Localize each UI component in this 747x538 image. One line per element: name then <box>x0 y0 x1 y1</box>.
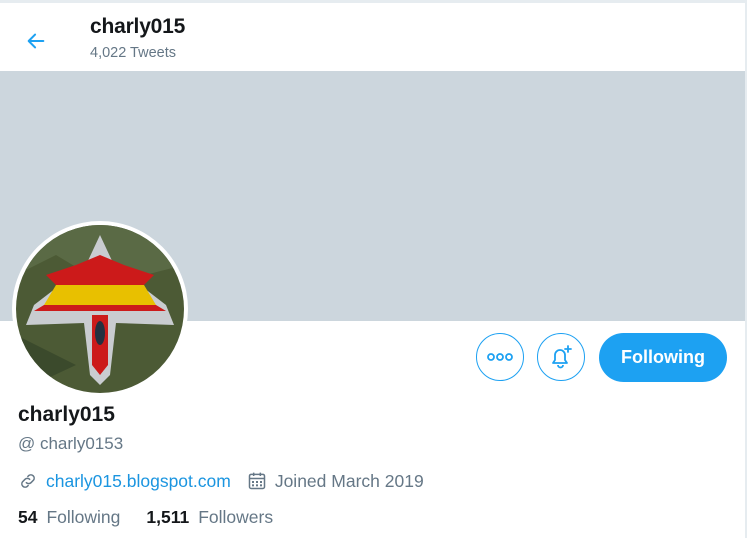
profile-meta: charly015.blogspot.com Joined March 2019 <box>18 468 424 494</box>
joined-date: Joined March 2019 <box>274 470 424 491</box>
avatar-image <box>16 225 184 393</box>
followers-stat[interactable]: 1,511 Followers <box>146 507 273 528</box>
display-name: charly015 <box>18 403 115 426</box>
more-dots-icon <box>487 353 513 361</box>
bell-plus-icon <box>552 345 572 369</box>
following-label: Following <box>46 507 121 527</box>
header-tweet-count: 4,022 Tweets <box>90 45 176 61</box>
following-stat[interactable]: 54 Following <box>18 507 120 528</box>
back-arrow-icon <box>27 33 45 49</box>
profile-header: charly015 4,022 Tweets <box>0 3 745 71</box>
back-button[interactable] <box>20 25 52 57</box>
followers-count: 1,511 <box>146 507 190 527</box>
user-handle: @ charly0153 <box>18 434 124 453</box>
following-count: 54 <box>18 507 38 527</box>
following-button[interactable]: Following <box>599 333 727 382</box>
website-link[interactable]: charly015.blogspot.com <box>46 471 231 492</box>
avatar[interactable] <box>12 221 188 397</box>
calendar-icon <box>248 472 266 490</box>
header-name: charly015 <box>90 15 186 38</box>
follow-stats: 54 Following 1,511 Followers <box>18 507 273 528</box>
notifications-button[interactable] <box>537 333 585 381</box>
more-options-button[interactable] <box>476 333 524 381</box>
followers-label: Followers <box>198 507 274 527</box>
link-icon <box>21 474 35 488</box>
